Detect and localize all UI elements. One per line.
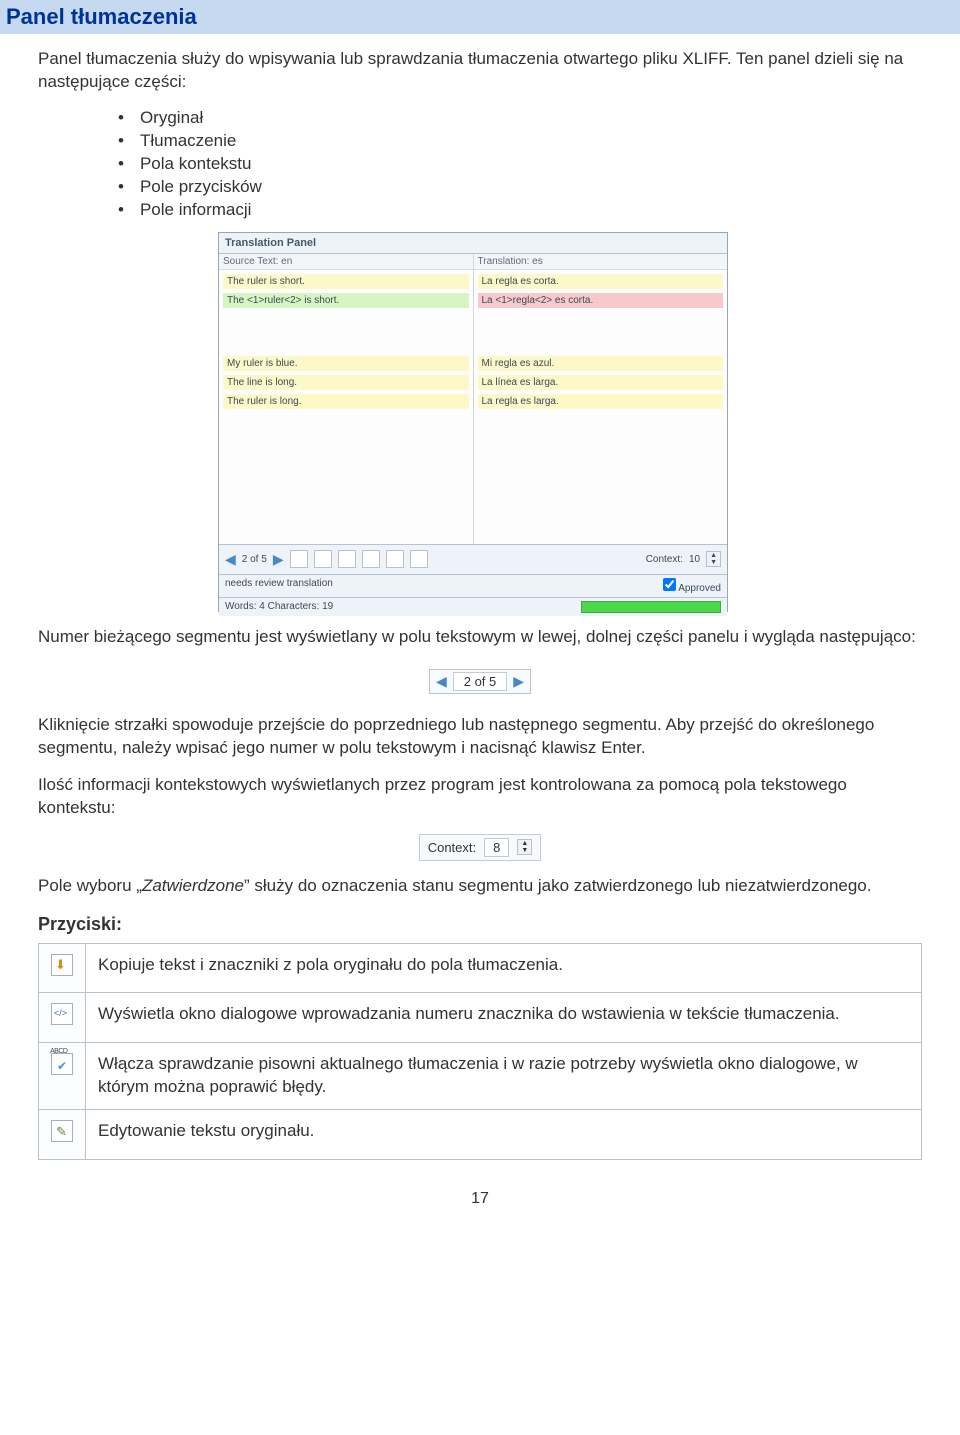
- approved-checkbox[interactable]: [663, 578, 676, 591]
- context-spinner[interactable]: ▲▼: [517, 839, 532, 855]
- segment: La regla es corta.: [478, 274, 724, 289]
- buttons-table: Kopiuje tekst i znaczniki z pola orygina…: [38, 943, 922, 1161]
- list-item: Pola kontekstu: [118, 154, 922, 174]
- prev-arrow-icon[interactable]: ◀: [436, 673, 447, 690]
- approved-term: Zatwierdzone: [142, 876, 244, 895]
- section-title: Panel tłumaczenia: [6, 4, 197, 29]
- source-label: Source Text: en: [219, 254, 473, 270]
- insert-tag-icon: [51, 1003, 73, 1025]
- context-label: Context:: [428, 840, 476, 855]
- panel-status-bar: needs review translation Approved: [219, 574, 727, 597]
- table-row: Wyświetla okno dialogowe wprowadzania nu…: [39, 993, 922, 1043]
- approved-label: Approved: [678, 583, 721, 594]
- table-row: Kopiuje tekst i znaczniki z pola orygina…: [39, 943, 922, 993]
- context-spinner[interactable]: ▲▼: [706, 551, 721, 567]
- button-description: Włącza sprawdzanie pisowni aktualnego tł…: [86, 1043, 922, 1110]
- page-number: 17: [38, 1190, 922, 1208]
- panel-title: Translation Panel: [219, 233, 727, 254]
- button-description: Kopiuje tekst i znaczniki z pola orygina…: [86, 943, 922, 993]
- toolbar-icon[interactable]: [362, 550, 380, 568]
- source-column: Source Text: en The ruler is short. The …: [219, 254, 474, 544]
- table-row: Włącza sprawdzanie pisowni aktualnego tł…: [39, 1043, 922, 1110]
- segment: The line is long.: [223, 375, 469, 390]
- list-item: Pole informacji: [118, 200, 922, 220]
- section-title-bar: Panel tłumaczenia: [0, 0, 960, 34]
- list-item: Tłumaczenie: [118, 131, 922, 151]
- panel-footer: Words: 4 Characters: 19: [219, 597, 727, 616]
- parts-list: Oryginał Tłumaczenie Pola kontekstu Pole…: [118, 108, 922, 220]
- segment: The <1>ruler<2> is short.: [223, 293, 469, 308]
- edit-source-icon: [51, 1120, 73, 1142]
- words-chars: Words: 4 Characters: 19: [225, 601, 333, 613]
- list-item: Oryginał: [118, 108, 922, 128]
- toolbar-icon[interactable]: [386, 550, 404, 568]
- nav-counter: 2 of 5: [242, 554, 267, 565]
- segment-number-input[interactable]: 2 of 5: [453, 672, 508, 691]
- segment: Mi regla es azul.: [478, 356, 724, 371]
- segment: The ruler is long.: [223, 394, 469, 409]
- button-description: Wyświetla okno dialogowe wprowadzania nu…: [86, 993, 922, 1043]
- toolbar-icon[interactable]: [338, 550, 356, 568]
- context-value: 10: [689, 554, 700, 565]
- copy-source-icon: [51, 954, 73, 976]
- spellcheck-icon: [51, 1053, 73, 1075]
- panel-toolbar: ◀ 2 of 5 ▶ Context: 10 ▲▼: [219, 544, 727, 574]
- context-label: Context:: [646, 554, 683, 565]
- translation-label: Translation: es: [474, 254, 728, 270]
- progress-bar: [581, 601, 721, 613]
- translation-column: Translation: es La regla es corta. La <1…: [474, 254, 728, 544]
- button-description: Edytowanie tekstu oryginału.: [86, 1110, 922, 1160]
- prev-arrow-icon[interactable]: ◀: [225, 551, 236, 568]
- segment: My ruler is blue.: [223, 356, 469, 371]
- toolbar-icon[interactable]: [290, 550, 308, 568]
- segment: La línea es larga.: [478, 375, 724, 390]
- table-row: Edytowanie tekstu oryginału.: [39, 1110, 922, 1160]
- list-item: Pole przycisków: [118, 177, 922, 197]
- toolbar-icon[interactable]: [314, 550, 332, 568]
- segment-nav-widget: ◀ 2 of 5 ▶: [429, 669, 531, 694]
- next-arrow-icon[interactable]: ▶: [273, 551, 284, 568]
- toolbar-icon[interactable]: [410, 550, 428, 568]
- paragraph: Numer bieżącego segmentu jest wyświetlan…: [38, 626, 922, 649]
- segment: La regla es larga.: [478, 394, 724, 409]
- paragraph: Kliknięcie strzałki spowoduje przejście …: [38, 714, 922, 760]
- next-arrow-icon[interactable]: ▶: [513, 673, 524, 690]
- intro-paragraph: Panel tłumaczenia służy do wpisywania lu…: [38, 48, 922, 94]
- buttons-heading: Przyciski:: [38, 914, 922, 935]
- context-widget: Context: 8 ▲▼: [419, 834, 542, 861]
- segment: The ruler is short.: [223, 274, 469, 289]
- translation-panel-screenshot: Translation Panel Source Text: en The ru…: [218, 232, 728, 612]
- status-text: needs review translation: [225, 578, 333, 594]
- context-value-input[interactable]: 8: [484, 838, 509, 857]
- paragraph: Pole wyboru „Zatwierdzone” służy do ozna…: [38, 875, 922, 898]
- paragraph: Ilość informacji kontekstowych wyświetla…: [38, 774, 922, 820]
- segment: La <1>regla<2> es corta.: [478, 293, 724, 308]
